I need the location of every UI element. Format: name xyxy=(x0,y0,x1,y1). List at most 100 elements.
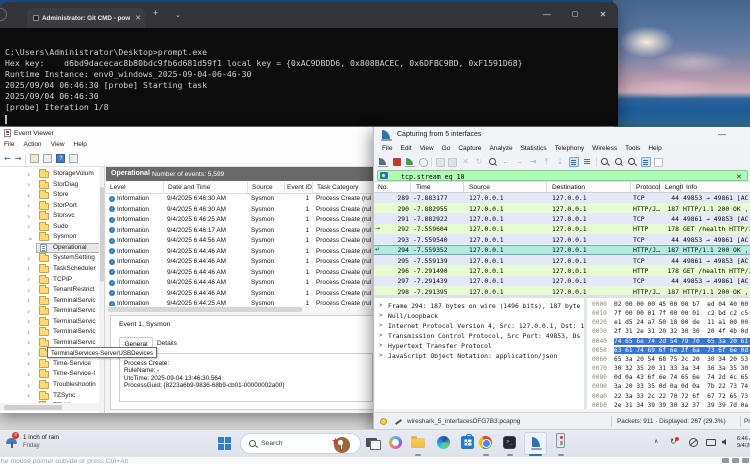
terminal-tab[interactable]: Administrator: Git CMD - pow ✕ xyxy=(27,8,145,28)
tray-clock[interactable]: 6:46 AM9/4/2025 xyxy=(737,436,750,450)
scrollbar-thumb[interactable] xyxy=(4,405,62,410)
hex-row[interactable]: 00903a 20 33 35 0d 0a 0d 0a 7b 22 73 74 xyxy=(587,382,750,391)
expand-icon[interactable]: > xyxy=(379,322,383,329)
terminal-tab-close-icon[interactable]: ✕ xyxy=(135,14,141,22)
open-file-icon[interactable] xyxy=(436,158,445,167)
save-file-icon[interactable] xyxy=(448,158,457,167)
tree-item-storport[interactable]: ›StorPort xyxy=(0,201,105,212)
colorize-icon[interactable] xyxy=(582,157,592,167)
tree-expand-icon[interactable]: › xyxy=(27,264,30,273)
packet-row-291[interactable]: 291-7.882922127.0.0.1127.0.0.1TCP4449861… xyxy=(374,213,750,223)
hex-row[interactable]: 004074 65 6e 74 2d 54 79 70 65 3a 20 61 xyxy=(587,337,750,346)
tree-expand-icon[interactable]: › xyxy=(27,212,30,221)
open-saved-log-icon[interactable] xyxy=(30,154,39,163)
tree-item-troubleshootin[interactable]: ›Troubleshootin xyxy=(0,380,105,391)
expand-icon[interactable]: > xyxy=(379,312,383,319)
file-explorer-button[interactable] xyxy=(411,438,425,448)
detail-tree-item[interactable]: >JavaScript Object Notation: application… xyxy=(375,351,584,361)
expand-icon[interactable]: > xyxy=(379,302,383,309)
expand-icon[interactable]: > xyxy=(379,342,383,349)
help-icon[interactable]: ? xyxy=(56,154,65,163)
menu-view[interactable]: View xyxy=(420,145,434,152)
store-button[interactable] xyxy=(461,436,474,449)
tree-expand-icon[interactable]: › xyxy=(27,349,30,358)
event-row[interactable]: iInformation9/4/2025 6:44:56 AMSysmon1Pr… xyxy=(106,236,378,247)
tree-item-sysmon[interactable]: ⌄Sysmon xyxy=(0,232,105,243)
event-row[interactable]: iInformation9/4/2025 6:44:25 AMSysmon1Pr… xyxy=(106,299,378,306)
packet-list[interactable]: 289-7.883177127.0.0.1127.0.0.1TCP4449853… xyxy=(374,193,750,295)
display-filter-grid-icon[interactable] xyxy=(654,158,663,167)
filter-bookmark-icon[interactable] xyxy=(380,172,388,179)
capture-comment-icon[interactable] xyxy=(394,418,402,425)
back-icon[interactable]: ← xyxy=(4,155,11,163)
tree-expand-icon[interactable]: › xyxy=(27,254,30,263)
forward-icon[interactable]: → xyxy=(15,155,22,163)
detail-tree-item[interactable]: >Hypertext Transfer Protocol xyxy=(375,341,584,351)
tray-network-icon[interactable] xyxy=(689,438,698,447)
zoom-in-icon[interactable] xyxy=(600,157,610,167)
menu-statistics[interactable]: Statistics xyxy=(521,145,547,152)
vm-strip-icon[interactable] xyxy=(722,458,729,463)
menu-tools[interactable]: Tools xyxy=(625,145,640,152)
menu-file[interactable]: File xyxy=(4,141,14,148)
capture-options-icon[interactable] xyxy=(419,158,428,167)
go-to-packet-icon[interactable]: ⇥ xyxy=(528,157,538,167)
zoom-out-icon[interactable] xyxy=(614,157,624,167)
hex-row[interactable]: 00b02e 31 34 39 39 30 32 37 39 39 7d 0a xyxy=(587,401,750,409)
go-forward-icon[interactable]: → xyxy=(515,157,525,167)
tab-details[interactable]: Details xyxy=(157,340,177,347)
event-row[interactable]: iInformation9/4/2025 6:44:46 AMSysmon1Pr… xyxy=(106,288,378,299)
hex-row[interactable]: 005063 61 74 69 6f 6e 2f 6a 73 6f 6e 0d xyxy=(587,346,750,355)
tree-hscrollbar[interactable] xyxy=(0,403,100,411)
terminal-tab-dropdown-icon[interactable]: ⌄ xyxy=(175,11,181,20)
column-header-date-and-time[interactable]: Date and Time xyxy=(164,182,248,194)
hex-row[interactable]: 00800d 0a 43 6f 6e 74 65 6e 74 2d 4c 65 xyxy=(587,373,750,382)
detail-tree-item[interactable]: >Transmission Control Protocol, Src Port… xyxy=(375,331,584,341)
event-row[interactable]: iInformation9/4/2025 6:46:30 AMSysmon1Pr… xyxy=(106,194,378,205)
tree-item-terminalservic[interactable]: ›TerminalServic xyxy=(0,296,105,307)
tree-expand-icon[interactable]: › xyxy=(27,381,30,390)
event-row[interactable]: iInformation9/4/2025 6:46:30 AMSysmon1Pr… xyxy=(106,204,378,215)
start-button[interactable] xyxy=(218,437,231,450)
autoscroll-icon[interactable] xyxy=(569,157,579,167)
packet-row-292[interactable]: →292-7.559604127.0.0.1127.0.0.1HTTP178GE… xyxy=(374,224,750,234)
expand-icon[interactable]: > xyxy=(379,332,383,339)
tree-expand-icon[interactable]: › xyxy=(27,370,30,379)
menu-view[interactable]: View xyxy=(51,141,65,148)
packet-row-296[interactable]: 296-7.291490127.0.0.1127.0.0.1HTTP178GET… xyxy=(374,265,750,275)
event-row[interactable]: iInformation9/4/2025 6:44:46 AMSysmon1Pr… xyxy=(106,267,378,278)
tree-item-time-service[interactable]: ›Time-Service xyxy=(0,359,105,370)
resize-columns-icon[interactable] xyxy=(641,157,651,167)
tree-expand-icon[interactable]: › xyxy=(27,222,30,231)
menu-capture[interactable]: Capture xyxy=(458,145,481,152)
scrollbar-thumb[interactable] xyxy=(100,187,104,282)
scrollbar-thumb[interactable] xyxy=(108,307,302,312)
tree-expand-icon[interactable]: › xyxy=(27,275,30,284)
reload-icon[interactable]: ↻ xyxy=(474,157,484,167)
zoom-reset-icon[interactable] xyxy=(627,157,637,167)
tree-expand-icon[interactable]: › xyxy=(27,317,30,326)
event-table-hscrollbar[interactable] xyxy=(106,306,378,314)
column-header-event-id[interactable]: Event ID xyxy=(285,182,313,194)
tree-item-tzsync[interactable]: ›TZSync xyxy=(0,391,105,402)
tree-expand-icon[interactable]: › xyxy=(27,359,30,368)
tree-expand-icon[interactable]: › xyxy=(27,328,30,337)
hex-row[interactable]: 00a022 3a 33 2c 22 70 72 6f 67 72 65 73 xyxy=(587,392,750,401)
terminal-new-tab-button[interactable]: + xyxy=(153,9,158,18)
packet-row-290[interactable]: 290-7.882955127.0.0.1127.0.0.1HTTP/J…187… xyxy=(374,203,750,213)
capture-interfaces-icon[interactable] xyxy=(378,157,388,167)
tree-expand-icon[interactable]: › xyxy=(27,338,30,347)
packet-row-294[interactable]: ↵294-7.559352127.0.0.1127.0.0.1HTTP/J…18… xyxy=(374,245,750,255)
tree-expand-icon[interactable]: ⌄ xyxy=(27,233,34,242)
detail-tree-item[interactable]: >Internet Protocol Version 4, Src: 127.0… xyxy=(375,321,584,331)
terminal-titlebar[interactable]: Administrator: Git CMD - pow ✕ + ⌄ — ▢ ✕ xyxy=(0,2,618,28)
tree-item-store[interactable]: ›Store xyxy=(0,190,105,201)
tree-item-storsvc[interactable]: ›Storsvc xyxy=(0,211,105,222)
expert-info-icon[interactable] xyxy=(380,418,387,425)
find-packet-icon[interactable] xyxy=(488,157,498,167)
packet-row-293[interactable]: 293-7.559540127.0.0.1127.0.0.1TCP4449853… xyxy=(374,234,750,244)
search-box[interactable]: Search xyxy=(240,433,361,454)
event-row[interactable]: iInformation9/4/2025 6:46:25 AMSysmon1Pr… xyxy=(106,215,378,226)
terminal-close-button[interactable]: ✕ xyxy=(590,6,616,24)
tree-item-storagevolum[interactable]: ›StorageVolum xyxy=(0,169,105,180)
